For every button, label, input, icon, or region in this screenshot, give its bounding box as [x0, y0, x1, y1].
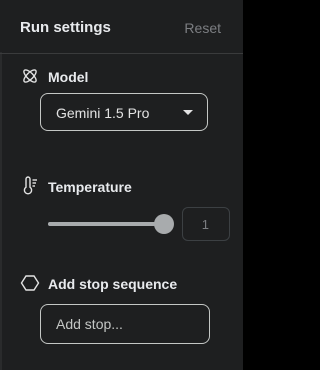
model-label: Model: [48, 69, 89, 85]
hexagon-icon: [20, 273, 40, 293]
temperature-slider-track[interactable]: [48, 214, 174, 234]
model-select[interactable]: Gemini 1.5 Pro: [40, 93, 208, 131]
temperature-slider-thumb[interactable]: [154, 214, 174, 234]
panel-title: Run settings: [20, 19, 111, 36]
stop-sequence-input[interactable]: [40, 304, 210, 344]
run-settings-panel: Run settings Reset Model Gemini 1.5 Pro …: [0, 0, 243, 370]
panel-left-divider: [0, 52, 2, 370]
stop-sequence-label: Add stop sequence: [48, 276, 178, 292]
temperature-value-input[interactable]: [182, 207, 230, 241]
temperature-slider-fill: [48, 222, 164, 226]
panel-header: Run settings Reset: [0, 0, 243, 54]
model-select-value: Gemini 1.5 Pro: [56, 105, 150, 121]
reset-button[interactable]: Reset: [184, 20, 221, 36]
thermometer-icon: [20, 176, 40, 196]
model-spark-icon: [20, 66, 40, 86]
temperature-label: Temperature: [48, 179, 132, 195]
chevron-down-icon: [183, 110, 193, 115]
